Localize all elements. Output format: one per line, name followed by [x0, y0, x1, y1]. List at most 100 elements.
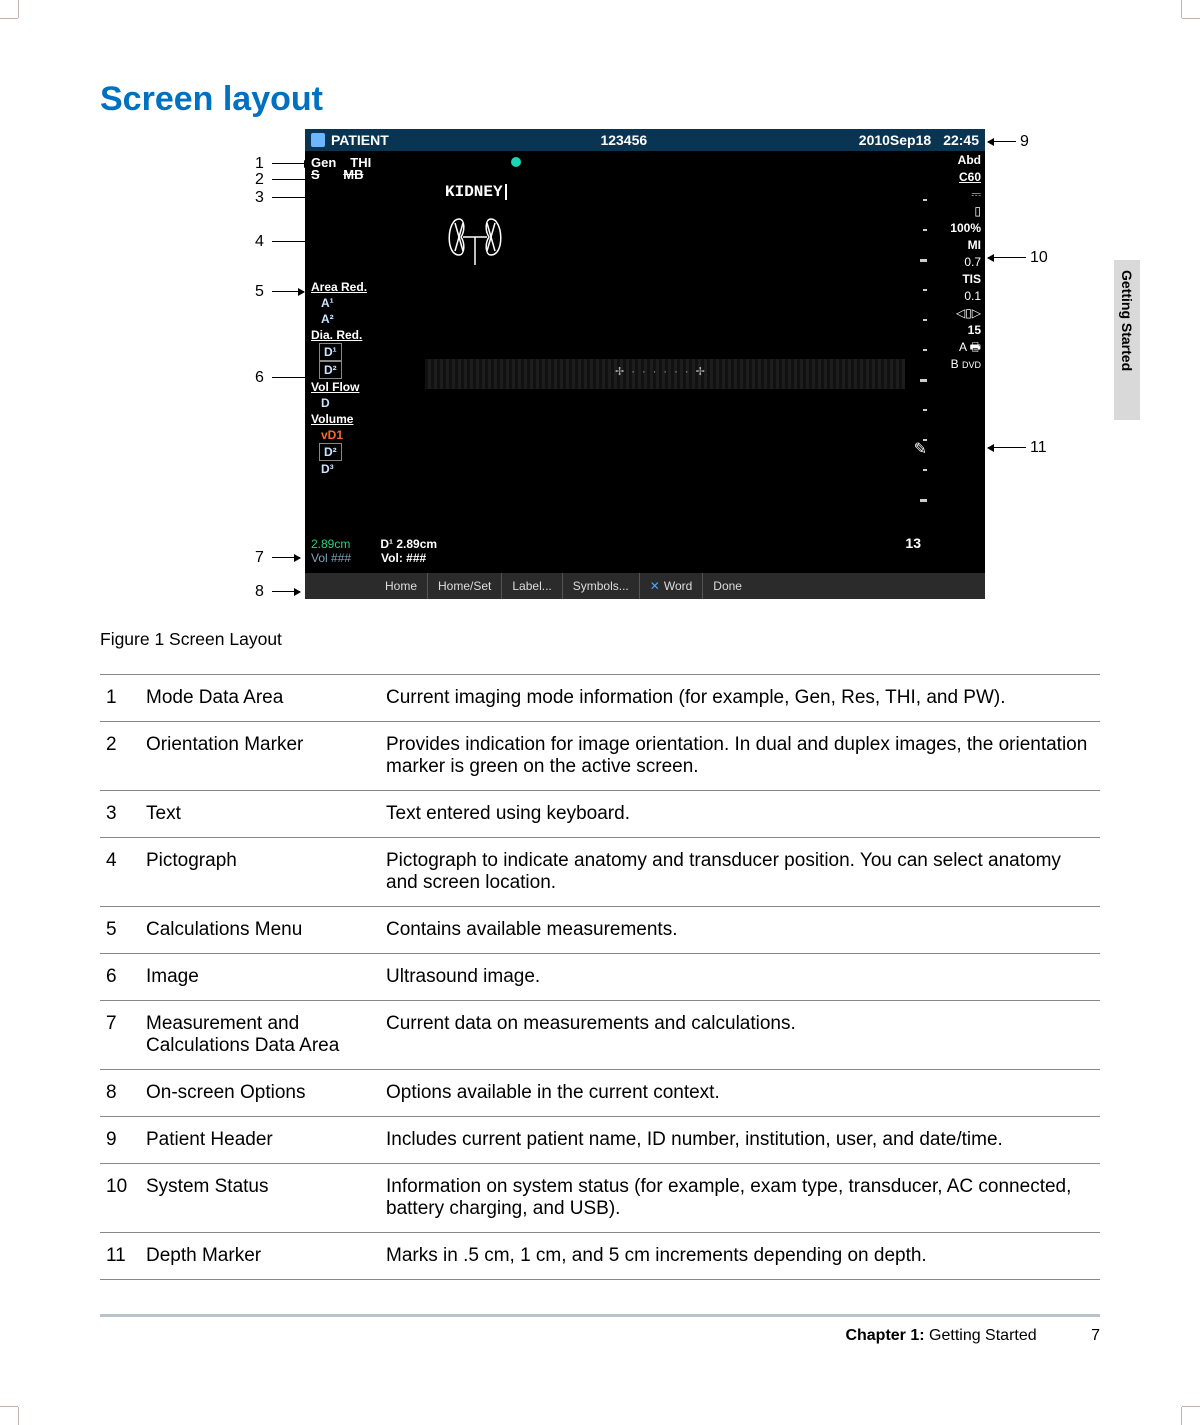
- row-name: On-screen Options: [140, 1070, 380, 1117]
- ac-icon: ⎓: [933, 187, 981, 202]
- layout-table: 1Mode Data AreaCurrent imaging mode info…: [100, 674, 1100, 1280]
- status-transducer: C60: [933, 170, 981, 185]
- table-row: 1Mode Data AreaCurrent imaging mode info…: [100, 675, 1100, 722]
- row-desc: Marks in .5 cm, 1 cm, and 5 cm increment…: [380, 1233, 1100, 1280]
- callout-3: 3: [255, 189, 264, 207]
- calc-item[interactable]: D¹: [319, 343, 342, 361]
- row-name: Mode Data Area: [140, 675, 380, 722]
- row-desc: Current data on measurements and calcula…: [380, 1001, 1100, 1070]
- calculations-menu: Area Red. A¹ A² Dia. Red. D¹ D² Vol Flow…: [311, 279, 367, 477]
- row-desc: Includes current patient name, ID number…: [380, 1117, 1100, 1164]
- calc-item[interactable]: D²: [319, 443, 342, 461]
- row-desc: Provides indication for image orientatio…: [380, 722, 1100, 791]
- row-num: 4: [100, 838, 140, 907]
- arrow: [272, 291, 304, 292]
- status-clip-count: 15: [933, 323, 981, 338]
- row-num: 11: [100, 1233, 140, 1280]
- status-exam: Abd: [933, 153, 981, 168]
- figure: 1 2 3 4 5 6 7 8 9 10 11 PATIENT 123456: [100, 129, 1100, 619]
- callout-11: 11: [1030, 439, 1047, 457]
- close-icon: ✕: [650, 579, 660, 593]
- pictograph: [435, 207, 515, 267]
- meas-value: Vol: ###: [381, 551, 426, 565]
- measurement-data-area: 2.89cm D¹ 2.89cm Vol ### Vol: ###: [311, 537, 437, 565]
- meas-value: 2.89cm: [311, 537, 350, 551]
- calc-item-selected[interactable]: vD1: [311, 427, 367, 443]
- patient-id: 123456: [389, 132, 859, 148]
- row-name: Patient Header: [140, 1117, 380, 1164]
- row-desc: Text entered using keyboard.: [380, 791, 1100, 838]
- status-mi-label: MI: [933, 238, 981, 253]
- status-a: A: [959, 340, 966, 354]
- row-num: 2: [100, 722, 140, 791]
- row-name: Image: [140, 954, 380, 1001]
- row-num: 9: [100, 1117, 140, 1164]
- callout-8: 8: [255, 583, 264, 601]
- table-row: 5Calculations MenuContains available mea…: [100, 907, 1100, 954]
- option-home[interactable]: Home: [375, 573, 427, 599]
- calc-item[interactable]: A²: [311, 311, 367, 327]
- table-row: 9Patient HeaderIncludes current patient …: [100, 1117, 1100, 1164]
- calc-item[interactable]: A¹: [311, 295, 367, 311]
- calc-item[interactable]: D³: [311, 461, 367, 477]
- meas-value: D¹ 2.89cm: [380, 537, 437, 551]
- calc-item[interactable]: D²: [319, 361, 342, 379]
- callout-9: 9: [1020, 133, 1029, 151]
- battery-icon: ▯: [933, 204, 981, 219]
- page-number: 7: [1091, 1327, 1100, 1344]
- row-num: 7: [100, 1001, 140, 1070]
- option-word[interactable]: ✕Word: [639, 573, 703, 599]
- table-row: 11Depth MarkerMarks in .5 cm, 1 cm, and …: [100, 1233, 1100, 1280]
- system-status: Abd C60 ⎓ ▯ 100% MI 0.7 TIS 0.1 ◁▯▷ 15 A…: [933, 153, 981, 375]
- arrow: [272, 591, 300, 592]
- callout-4: 4: [255, 233, 264, 251]
- callout-10: 10: [1030, 249, 1048, 267]
- side-tab: Getting Started: [1114, 260, 1140, 420]
- row-name: Orientation Marker: [140, 722, 380, 791]
- row-desc: Pictograph to indicate anatomy and trans…: [380, 838, 1100, 907]
- table-row: 4PictographPictograph to indicate anatom…: [100, 838, 1100, 907]
- row-name: Depth Marker: [140, 1233, 380, 1280]
- status-battery: 100%: [933, 221, 981, 236]
- status-b: B: [951, 357, 959, 371]
- table-row: 3TextText entered using keyboard.: [100, 791, 1100, 838]
- row-num: 10: [100, 1164, 140, 1233]
- page-title: Screen layout: [100, 80, 1100, 119]
- depth-marker-icon: ✎: [914, 439, 927, 459]
- header-date: 2010Sep18: [859, 132, 931, 148]
- callout-6: 6: [255, 369, 264, 387]
- footer-rule: [100, 1314, 1100, 1317]
- calc-item[interactable]: D: [311, 395, 367, 411]
- row-num: 8: [100, 1070, 140, 1117]
- calc-heading: Vol Flow: [311, 379, 367, 395]
- figure-caption: Figure 1 Screen Layout: [100, 629, 1100, 650]
- chapter-label: Chapter 1:: [845, 1327, 924, 1344]
- option-symbols[interactable]: Symbols...: [562, 573, 639, 599]
- table-row: 8On-screen OptionsOptions available in t…: [100, 1070, 1100, 1117]
- meas-value: Vol ###: [311, 551, 351, 565]
- status-tis-label: TIS: [933, 272, 981, 287]
- text-entry: KIDNEY: [445, 183, 507, 201]
- row-desc: Contains available measurements.: [380, 907, 1100, 954]
- patient-icon: [311, 133, 325, 147]
- print-icon: 🖶: [970, 340, 981, 354]
- row-desc: Information on system status (for exampl…: [380, 1164, 1100, 1233]
- row-num: 1: [100, 675, 140, 722]
- option-label[interactable]: Label...: [501, 573, 561, 599]
- callout-5: 5: [255, 283, 264, 301]
- option-homeset[interactable]: Home/Set: [427, 573, 501, 599]
- ultrasound-screenshot: PATIENT 123456 2010Sep18 22:45 Gen THI S…: [305, 129, 985, 599]
- onscreen-options: Home Home/Set Label... Symbols... ✕Word …: [305, 573, 985, 599]
- clip-icon: ◁▯▷: [933, 306, 981, 321]
- table-row: 10System StatusInformation on system sta…: [100, 1164, 1100, 1233]
- mode-data-area: Gen THI: [305, 151, 985, 173]
- callout-2: 2: [255, 171, 264, 189]
- arrow: [988, 447, 1026, 448]
- orientation-marker: [511, 157, 521, 167]
- row-desc: Ultrasound image.: [380, 954, 1100, 1001]
- row-name: Calculations Menu: [140, 907, 380, 954]
- row-num: 6: [100, 954, 140, 1001]
- arrow: [272, 557, 300, 558]
- option-done[interactable]: Done: [702, 573, 752, 599]
- row-desc: Options available in the current context…: [380, 1070, 1100, 1117]
